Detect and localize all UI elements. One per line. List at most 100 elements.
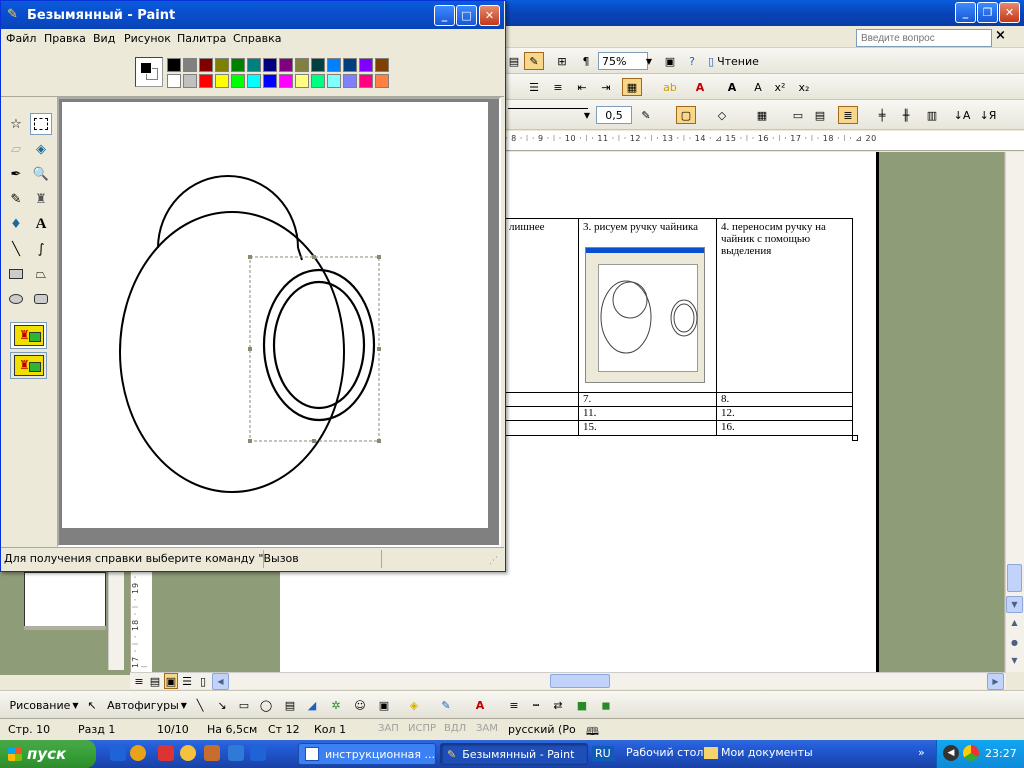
color-swatch[interactable] bbox=[311, 74, 325, 88]
clock-icon[interactable] bbox=[180, 745, 196, 761]
line-weight-select[interactable]: 0,5 bbox=[596, 106, 632, 124]
thumbnail-scrollbar[interactable] bbox=[108, 570, 124, 670]
line-style-select[interactable] bbox=[508, 108, 588, 109]
color-swatch[interactable] bbox=[343, 74, 357, 88]
pencil-icon[interactable]: ✎ bbox=[5, 188, 27, 210]
arrow-style-icon[interactable]: ⇄ bbox=[548, 696, 568, 714]
drawing-canvas[interactable] bbox=[62, 102, 488, 528]
color-swatch[interactable] bbox=[295, 58, 309, 72]
horizontal-scrollbar[interactable]: ≡ ▤ ▣ ☰ ▯ ◀ ▶ bbox=[130, 672, 1006, 690]
close-icon[interactable]: ✕ bbox=[999, 2, 1020, 23]
task-paint[interactable]: ✎ Безымянный - Paint bbox=[440, 743, 588, 765]
free-select-icon[interactable]: ☆ bbox=[5, 113, 27, 135]
color-swatch[interactable] bbox=[247, 58, 261, 72]
language-indicator[interactable]: RU bbox=[592, 746, 614, 761]
table-cell[interactable]: 12. bbox=[716, 406, 853, 421]
highlight-icon[interactable]: ab bbox=[660, 78, 680, 96]
color-swatch[interactable] bbox=[215, 74, 229, 88]
menu-help[interactable]: Справка bbox=[233, 32, 281, 45]
close-icon[interactable]: ✕ bbox=[479, 5, 500, 26]
color-swatch[interactable] bbox=[263, 74, 277, 88]
font-color-icon[interactable]: A bbox=[470, 696, 490, 714]
scroll-thumb[interactable] bbox=[1007, 564, 1022, 592]
color-swatch[interactable] bbox=[215, 58, 229, 72]
color-swatch[interactable] bbox=[311, 58, 325, 72]
line-icon[interactable]: ╲ bbox=[5, 238, 27, 260]
next-page-icon[interactable]: ▼ bbox=[1006, 652, 1023, 669]
select-objects-icon[interactable]: ↖ bbox=[82, 696, 102, 714]
color-swatch[interactable] bbox=[231, 74, 245, 88]
color-swatch[interactable] bbox=[327, 58, 341, 72]
color-swatch[interactable] bbox=[199, 74, 213, 88]
arrow-icon[interactable]: ↘ bbox=[212, 696, 232, 714]
table-cell[interactable]: 15. bbox=[578, 420, 717, 436]
close-doc-icon[interactable]: × bbox=[995, 28, 1007, 48]
clock[interactable]: 23:27 bbox=[985, 747, 1017, 760]
resize-grip-icon[interactable]: ⋰ bbox=[489, 556, 501, 568]
menu-image[interactable]: Рисунок bbox=[124, 32, 171, 45]
table-cell[interactable]: 8. bbox=[716, 392, 853, 407]
restore-icon[interactable]: ❐ bbox=[977, 2, 998, 23]
color-swatch[interactable] bbox=[375, 74, 389, 88]
powerpoint-icon[interactable] bbox=[158, 745, 174, 761]
airbrush-icon[interactable]: ♦ bbox=[5, 213, 27, 235]
vertical-scrollbar[interactable]: ▼ ▲ ● ▼ bbox=[1005, 152, 1024, 672]
table-cell[interactable] bbox=[505, 420, 579, 436]
chevron-down-icon[interactable]: ▼ bbox=[644, 52, 654, 70]
dash-style-icon[interactable]: ┅ bbox=[526, 696, 546, 714]
color-swatch[interactable] bbox=[295, 74, 309, 88]
insert-table-icon[interactable]: ▦ bbox=[752, 106, 772, 124]
media-player-icon[interactable] bbox=[130, 745, 146, 761]
table-cell[interactable]: 16. bbox=[716, 420, 853, 436]
line-style-icon[interactable]: ≡ bbox=[504, 696, 524, 714]
curve-icon[interactable]: ∫ bbox=[30, 238, 52, 260]
sort-descending-icon[interactable]: ↓Я bbox=[978, 106, 998, 124]
rectangle-icon[interactable]: ▭ bbox=[234, 696, 254, 714]
task-word[interactable]: инструкционная ... bbox=[298, 743, 436, 765]
chevron-down-icon[interactable]: ▼ bbox=[582, 106, 592, 124]
color-swatch[interactable] bbox=[183, 74, 197, 88]
table-icon[interactable]: ▤ bbox=[504, 52, 524, 70]
color-swatch[interactable] bbox=[231, 58, 245, 72]
color-swatch[interactable] bbox=[279, 74, 293, 88]
table-cell[interactable]: 3. рисуем ручку чайника bbox=[578, 218, 717, 393]
status-lang[interactable]: русский (Ро bbox=[508, 723, 576, 736]
scroll-down-icon[interactable]: ▼ bbox=[1006, 596, 1023, 613]
color-swatch[interactable] bbox=[359, 74, 373, 88]
print-view-icon[interactable]: ▣ bbox=[164, 673, 178, 689]
font-color-icon[interactable]: A bbox=[690, 78, 710, 96]
merge-cells-icon[interactable]: ▭ bbox=[788, 106, 808, 124]
word-quick-icon[interactable] bbox=[228, 745, 244, 761]
fill-color-icon[interactable]: ◈ bbox=[404, 696, 424, 714]
polygon-icon[interactable]: ⏢ bbox=[30, 263, 52, 285]
diagram-icon[interactable]: ✲ bbox=[326, 696, 346, 714]
autoshapes-button[interactable]: Автофигуры ▼ bbox=[106, 696, 188, 714]
subscript-icon[interactable]: x₂ bbox=[794, 78, 814, 96]
document-page-lower[interactable] bbox=[280, 570, 505, 672]
color-swatch[interactable] bbox=[247, 74, 261, 88]
color-swatch[interactable] bbox=[263, 58, 277, 72]
sort-ascending-icon[interactable]: ↓A bbox=[952, 106, 972, 124]
outside-border-icon[interactable]: ▢ bbox=[676, 106, 696, 124]
current-colors[interactable] bbox=[135, 57, 163, 87]
table-cell[interactable]: 11. bbox=[578, 406, 717, 421]
table-cell[interactable]: 4. переносим ручку на чайник с помощью в… bbox=[716, 218, 853, 393]
toolbar-chevron-icon[interactable]: » bbox=[918, 746, 925, 759]
ie-quick-icon[interactable] bbox=[250, 745, 266, 761]
menu-view[interactable]: Вид bbox=[93, 32, 115, 45]
increase-indent-icon[interactable]: ⇥ bbox=[596, 78, 616, 96]
grow-font-icon[interactable]: A bbox=[722, 78, 742, 96]
text-icon[interactable]: A bbox=[30, 213, 52, 235]
doc-map-icon[interactable]: ⊞ bbox=[552, 52, 572, 70]
shrink-font-icon[interactable]: A bbox=[748, 78, 768, 96]
align-icon[interactable]: ≣ bbox=[838, 106, 858, 124]
color-swatch[interactable] bbox=[359, 58, 373, 72]
prev-page-icon[interactable]: ▲ bbox=[1006, 614, 1023, 631]
border-color-icon[interactable]: ✎ bbox=[636, 106, 656, 124]
decrease-indent-icon[interactable]: ⇤ bbox=[572, 78, 592, 96]
desktop-toolbar[interactable]: Рабочий стол bbox=[626, 746, 703, 759]
table-resize-handle[interactable] bbox=[852, 435, 858, 441]
select-browse-icon[interactable]: ● bbox=[1006, 634, 1023, 651]
rectangle-icon[interactable] bbox=[5, 263, 27, 285]
minimize-icon[interactable]: _ bbox=[955, 2, 976, 23]
